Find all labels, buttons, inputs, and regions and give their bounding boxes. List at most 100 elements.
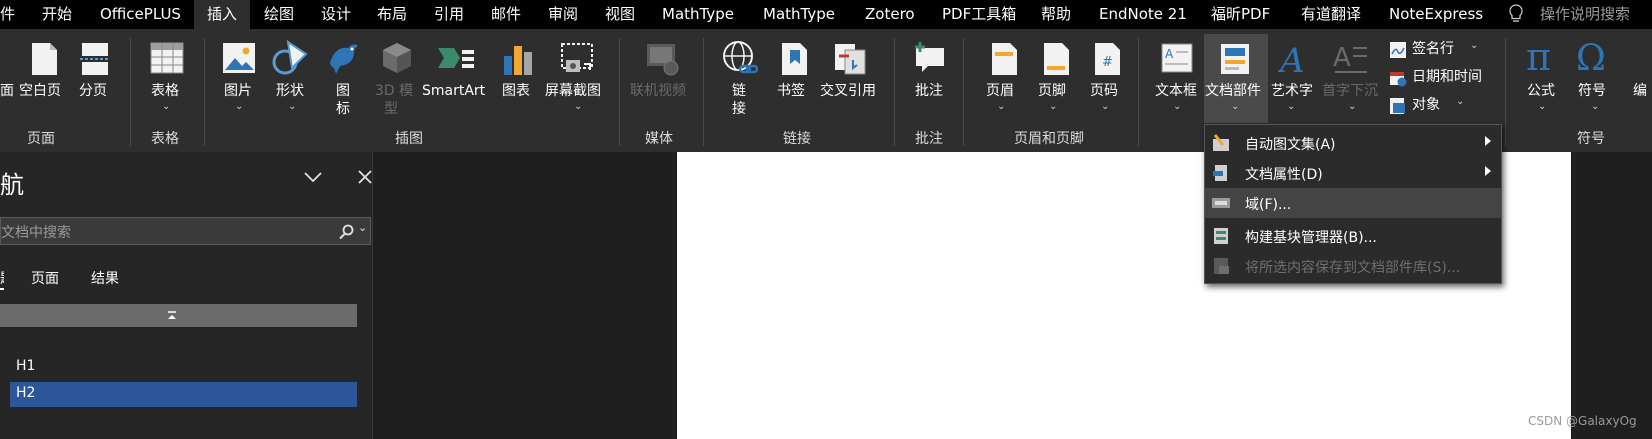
blank-page-button[interactable]: 空白页 [19,82,61,100]
menu-item-field[interactable]: 域(F)... [1205,188,1501,218]
cross-reference-icon [835,44,866,75]
tab-review[interactable]: 审阅 [548,0,578,29]
group-media-label: 媒体 [645,131,673,147]
search-icon[interactable] [339,224,355,240]
link-button-line1[interactable]: 链 [732,82,746,100]
separator [894,38,895,146]
svg-text:#: # [1102,55,1113,70]
date-time-button[interactable]: 日期和时间 [1412,68,1482,86]
separator [204,38,205,146]
page-break-button[interactable]: 分页 [79,82,107,100]
page-number-button[interactable]: 页码 [1090,82,1118,100]
shapes-icon [272,40,308,75]
wordart-button[interactable]: 艺术字 [1271,82,1313,100]
group-symbols-label: 符号 [1577,131,1605,147]
tab-zotero[interactable]: Zotero [865,0,915,29]
quick-parts-icon [1221,44,1249,74]
tab-view[interactable]: 视图 [605,0,635,29]
tab-draw[interactable]: 绘图 [264,0,294,29]
smartart-button[interactable]: SmartArt [422,82,485,100]
separator [619,38,620,146]
pictures-button[interactable]: 图片 [224,82,252,100]
3d-models-icon [383,43,411,73]
drop-cap-icon: A [1333,43,1367,73]
menu-item-document-property-label: 文档属性(D) [1245,167,1323,183]
tab-home[interactable]: 开始 [42,0,72,29]
chevron-down-icon: ⌄ [288,101,297,112]
separator [130,38,131,146]
screenshot-button[interactable]: 屏幕截图 [545,82,601,100]
search-options-chevron-icon[interactable]: ⌄ [358,221,367,234]
heading-item-h2-selected[interactable]: H2 [10,382,357,407]
document-property-icon [1213,165,1227,181]
header-icon [992,43,1017,75]
tab-insert[interactable]: 插入 [194,0,250,29]
nav-tab-headings[interactable]: 题 [0,268,4,290]
symbol-button[interactable]: 符号 [1578,82,1606,100]
3d-models-button-line2[interactable]: 型 [384,100,398,118]
equation-button[interactable]: 公式 [1527,82,1555,100]
menu-item-autotext[interactable]: 自动图文集(A) [1205,128,1501,158]
signature-line-button[interactable]: 签名行 [1412,40,1454,58]
tab-references[interactable]: 引用 [434,0,464,29]
menu-item-document-property[interactable]: 文档属性(D) [1205,158,1501,188]
menu-item-save-selection-to-gallery[interactable]: 将所选内容保存到文档部件库(S)... [1205,251,1501,281]
tab-endnote[interactable]: EndNote 21 [1099,0,1187,29]
collapse-bar[interactable] [0,304,357,327]
separator [1138,38,1139,146]
signature-line-icon [1390,42,1406,58]
chevron-down-icon[interactable] [303,170,323,184]
svg-text:A: A [1333,43,1351,73]
header-button[interactable]: 页眉 [986,82,1014,100]
tab-file[interactable]: 件 [0,0,15,29]
nav-tab-pages[interactable]: 页面 [31,268,59,288]
bookmark-button[interactable]: 书签 [777,82,805,100]
tab-layout[interactable]: 布局 [377,0,407,29]
shapes-button[interactable]: 形状 [276,82,304,100]
drop-cap-button[interactable]: 首字下沉 [1322,82,1378,100]
new-comment-icon [915,42,944,72]
tab-mathtype-1[interactable]: MathType [662,0,734,29]
group-illustrations-label: 插图 [395,131,423,147]
close-icon[interactable] [357,169,373,185]
nav-search-input[interactable]: 文档中搜索 ⌄ [0,217,371,245]
group-comments-label: 批注 [915,131,943,147]
group-pages-label: 页面 [27,131,55,147]
numbering-button[interactable]: 编 [1633,82,1647,100]
tab-foxit-pdf[interactable]: 福昕PDF [1211,0,1270,29]
icons-button-line2[interactable]: 标 [336,100,350,118]
tab-mathtype-2[interactable]: MathType [763,0,835,29]
comment-button[interactable]: 批注 [915,82,943,100]
collapse-up-icon[interactable] [167,311,177,320]
tab-mailings[interactable]: 邮件 [491,0,521,29]
nav-pane-title: 航 [0,171,24,199]
tab-youdao[interactable]: 有道翻译 [1301,0,1361,29]
link-button-line2[interactable]: 接 [732,100,746,118]
link-globe-icon [723,41,758,74]
menu-item-building-blocks-organizer[interactable]: 构建基块管理器(B)... [1205,221,1501,251]
tab-pdf-toolbox[interactable]: PDF工具箱 [942,0,1016,29]
chevron-down-icon: ⌄ [997,101,1006,112]
autotext-icon [1213,134,1229,151]
tab-design[interactable]: 设计 [321,0,351,29]
icons-button-line1[interactable]: 图 [336,82,350,100]
textbox-button[interactable]: 文本框 [1155,82,1197,100]
cross-reference-button[interactable]: 交叉引用 [820,82,876,100]
heading-item-h2-label: H2 [16,385,36,401]
chart-button[interactable]: 图表 [502,82,530,100]
tab-noteexpress[interactable]: NoteExpress [1389,0,1483,29]
footer-button[interactable]: 页脚 [1038,82,1066,100]
submenu-arrow-icon [1485,136,1491,146]
heading-item-h1[interactable]: H1 [16,358,35,374]
online-video-button[interactable]: 联机视频 [630,82,686,100]
3d-models-button-line1[interactable]: 3D 模 [375,82,413,100]
quick-parts-button[interactable]: 文档部件 [1205,82,1261,100]
table-button[interactable]: 表格 [151,82,179,100]
object-button[interactable]: 对象 [1412,96,1440,114]
cover-page-button-label[interactable]: 面 [0,82,14,100]
nav-tab-results[interactable]: 结果 [91,268,119,288]
tab-officeplus[interactable]: OfficePLUS [100,0,181,29]
tell-me-search[interactable]: 操作说明搜索 [1540,0,1630,29]
group-tables-label: 表格 [151,131,179,147]
tab-help[interactable]: 帮助 [1041,0,1071,29]
